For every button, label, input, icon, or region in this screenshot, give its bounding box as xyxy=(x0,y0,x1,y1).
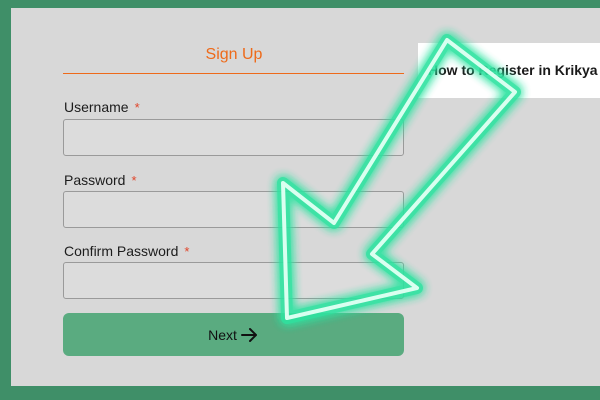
callout-card: How to Register in Krikya xyxy=(418,43,600,98)
username-label-text: Username xyxy=(64,99,129,115)
confirm-password-label-text: Confirm Password xyxy=(64,243,179,259)
next-button[interactable]: Next xyxy=(63,313,404,356)
required-asterisk: * xyxy=(131,173,137,188)
password-label: Password * xyxy=(64,172,137,188)
confirm-password-label: Confirm Password * xyxy=(64,243,189,259)
password-label-text: Password xyxy=(64,172,126,188)
title-divider xyxy=(63,73,404,74)
username-label: Username * xyxy=(64,99,140,115)
arrow-right-icon xyxy=(240,327,259,343)
next-button-label: Next xyxy=(208,326,237,343)
confirm-password-input[interactable] xyxy=(63,262,404,299)
required-asterisk: * xyxy=(134,100,140,115)
password-input[interactable] xyxy=(63,191,404,228)
username-input[interactable] xyxy=(63,119,404,156)
callout-text: How to Register in Krikya xyxy=(428,62,598,78)
signup-title: Sign Up xyxy=(205,46,263,63)
required-asterisk: * xyxy=(184,244,190,259)
